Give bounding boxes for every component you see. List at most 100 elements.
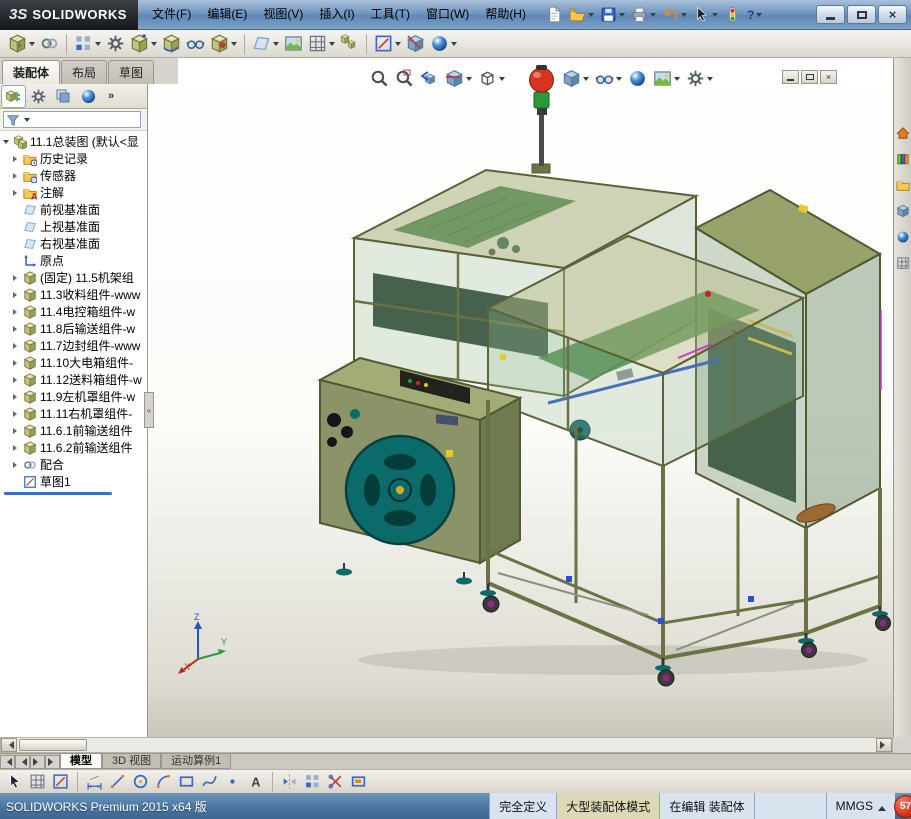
circle-tool-button[interactable] bbox=[130, 770, 151, 794]
tab-scroll-left-button[interactable] bbox=[15, 754, 30, 769]
minimize-button[interactable] bbox=[816, 5, 845, 24]
interference-button[interactable] bbox=[404, 32, 427, 56]
tab-3d-views[interactable]: 3D 视图 bbox=[102, 754, 162, 769]
explode-line-button[interactable] bbox=[372, 32, 403, 56]
menu-file[interactable]: 文件(F) bbox=[144, 0, 199, 29]
scroll-left-button[interactable] bbox=[1, 738, 17, 752]
help-button[interactable]: ? bbox=[745, 3, 764, 27]
line-tool-button[interactable] bbox=[107, 770, 128, 794]
new-document-button[interactable] bbox=[544, 3, 565, 27]
design-library-button[interactable] bbox=[894, 150, 911, 167]
sketch-button[interactable] bbox=[50, 770, 71, 794]
spline-tool-button[interactable] bbox=[199, 770, 220, 794]
tree-item-component[interactable]: 11.8后输送组件-w bbox=[0, 320, 147, 337]
tab-sketch[interactable]: 草图 bbox=[108, 60, 155, 84]
show-hidden-button[interactable] bbox=[184, 32, 207, 56]
tab-scroll-right-button[interactable] bbox=[30, 754, 45, 769]
trim-entities-button[interactable] bbox=[325, 770, 346, 794]
film-reel[interactable] bbox=[344, 434, 456, 546]
rebuild-button[interactable] bbox=[722, 3, 743, 27]
maximize-button[interactable] bbox=[847, 5, 876, 24]
tab-model[interactable]: 模型 bbox=[60, 754, 102, 769]
display-style-button[interactable] bbox=[560, 66, 591, 90]
tab-motion-study-1[interactable]: 运动算例1 bbox=[161, 754, 232, 769]
tree-item-component[interactable]: 11.6.1前输送组件 bbox=[0, 422, 147, 439]
tree-item-component[interactable]: 11.12送料箱组件-w bbox=[0, 371, 147, 388]
configurationmanager-tab[interactable] bbox=[52, 86, 75, 107]
motion-study-button[interactable] bbox=[282, 32, 305, 56]
rectangle-tool-button[interactable] bbox=[176, 770, 197, 794]
tree-item-assembly-root[interactable]: 11.1总装图 (默认<显 bbox=[0, 133, 147, 150]
doc-minimize-button[interactable] bbox=[782, 70, 799, 84]
tree-item-mates[interactable]: 配合 bbox=[0, 456, 147, 473]
tree-item-history[interactable]: 历史记录 bbox=[0, 150, 147, 167]
arc-tool-button[interactable] bbox=[153, 770, 174, 794]
save-button[interactable] bbox=[598, 3, 627, 27]
tree-item-component[interactable]: (固定) 11.5机架组 bbox=[0, 269, 147, 286]
horizontal-scrollbar[interactable] bbox=[0, 737, 893, 753]
menu-insert[interactable]: 插入(I) bbox=[311, 0, 362, 29]
tab-layout[interactable]: 布局 bbox=[61, 60, 108, 84]
select-tool-button[interactable] bbox=[4, 770, 25, 794]
appearance-button[interactable] bbox=[428, 32, 459, 56]
rollback-bar[interactable] bbox=[4, 492, 112, 495]
graphics-area[interactable]: × Z Y X bbox=[148, 58, 893, 737]
grid-system-button[interactable] bbox=[27, 770, 48, 794]
doc-restore-button[interactable] bbox=[801, 70, 818, 84]
tree-item-component[interactable]: 11.10大电箱组件- bbox=[0, 354, 147, 371]
fm-overflow-button[interactable]: » bbox=[108, 90, 114, 102]
large-assembly-mode-indicator[interactable]: 大型装配体模式 bbox=[556, 793, 660, 819]
featuremanager-tree-tab[interactable] bbox=[1, 84, 26, 108]
smart-fasteners-button[interactable] bbox=[104, 32, 127, 56]
custom-properties-button[interactable] bbox=[894, 254, 911, 271]
previous-view-button[interactable] bbox=[418, 66, 441, 90]
edit-appearance-button[interactable] bbox=[626, 66, 649, 90]
file-explorer-button[interactable] bbox=[894, 176, 911, 193]
tab-assembly[interactable]: 装配体 bbox=[2, 60, 61, 84]
insert-component-button[interactable] bbox=[6, 32, 37, 56]
view-settings-button[interactable] bbox=[684, 66, 715, 90]
doc-close-button[interactable]: × bbox=[820, 70, 837, 84]
solidworks-resources-button[interactable] bbox=[894, 124, 911, 141]
menu-view[interactable]: 视图(V) bbox=[255, 0, 311, 29]
view-orientation-button[interactable] bbox=[476, 66, 507, 90]
exploded-view-button[interactable] bbox=[338, 32, 361, 56]
scrollbar-thumb[interactable] bbox=[19, 739, 87, 751]
assembly-3d-model[interactable] bbox=[148, 58, 893, 737]
close-button[interactable]: × bbox=[878, 5, 907, 24]
resource-monitor-badge[interactable]: 57 bbox=[894, 795, 911, 818]
bom-button[interactable] bbox=[306, 32, 337, 56]
open-button[interactable] bbox=[567, 3, 596, 27]
view-palette-button[interactable] bbox=[894, 202, 911, 219]
rotate-component-button[interactable] bbox=[160, 32, 183, 56]
tree-item-component[interactable]: 11.4电控箱组件-w bbox=[0, 303, 147, 320]
menu-window[interactable]: 窗口(W) bbox=[418, 0, 477, 29]
text-tool-button[interactable]: A bbox=[245, 770, 266, 794]
signal-tower[interactable] bbox=[529, 65, 554, 174]
units-selector[interactable]: MMGS bbox=[825, 793, 895, 819]
displaymanager-tab[interactable] bbox=[77, 86, 100, 107]
smart-dimension-button[interactable] bbox=[84, 770, 105, 794]
zoom-to-area-button[interactable] bbox=[393, 66, 416, 90]
tree-item-sensors[interactable]: 传感器 bbox=[0, 167, 147, 184]
print-button[interactable] bbox=[629, 3, 658, 27]
sketch-pattern-button[interactable] bbox=[302, 770, 323, 794]
menu-edit[interactable]: 编辑(E) bbox=[199, 0, 255, 29]
tree-item-top-plane[interactable]: 上视基准面 bbox=[0, 218, 147, 235]
section-view-button[interactable] bbox=[443, 66, 474, 90]
tree-item-sketch1[interactable]: 草图1 bbox=[0, 473, 147, 490]
scroll-right-button[interactable] bbox=[876, 738, 892, 752]
tree-item-right-plane[interactable]: 右视基准面 bbox=[0, 235, 147, 252]
zoom-to-fit-button[interactable] bbox=[368, 66, 391, 90]
tree-item-origin[interactable]: 原点 bbox=[0, 252, 147, 269]
hide-show-items-button[interactable] bbox=[593, 66, 624, 90]
convert-entities-button[interactable] bbox=[348, 770, 369, 794]
tree-item-annotations[interactable]: A 注解 bbox=[0, 184, 147, 201]
mirror-entities-button[interactable] bbox=[279, 770, 300, 794]
move-component-button[interactable] bbox=[128, 32, 159, 56]
tree-item-component[interactable]: 11.6.2前输送组件 bbox=[0, 439, 147, 456]
appearances-scenes-button[interactable] bbox=[894, 228, 911, 245]
panel-splitter-handle[interactable]: « bbox=[144, 392, 154, 428]
tree-item-component[interactable]: 11.9左机罩组件-w bbox=[0, 388, 147, 405]
component-pattern-button[interactable] bbox=[72, 32, 103, 56]
